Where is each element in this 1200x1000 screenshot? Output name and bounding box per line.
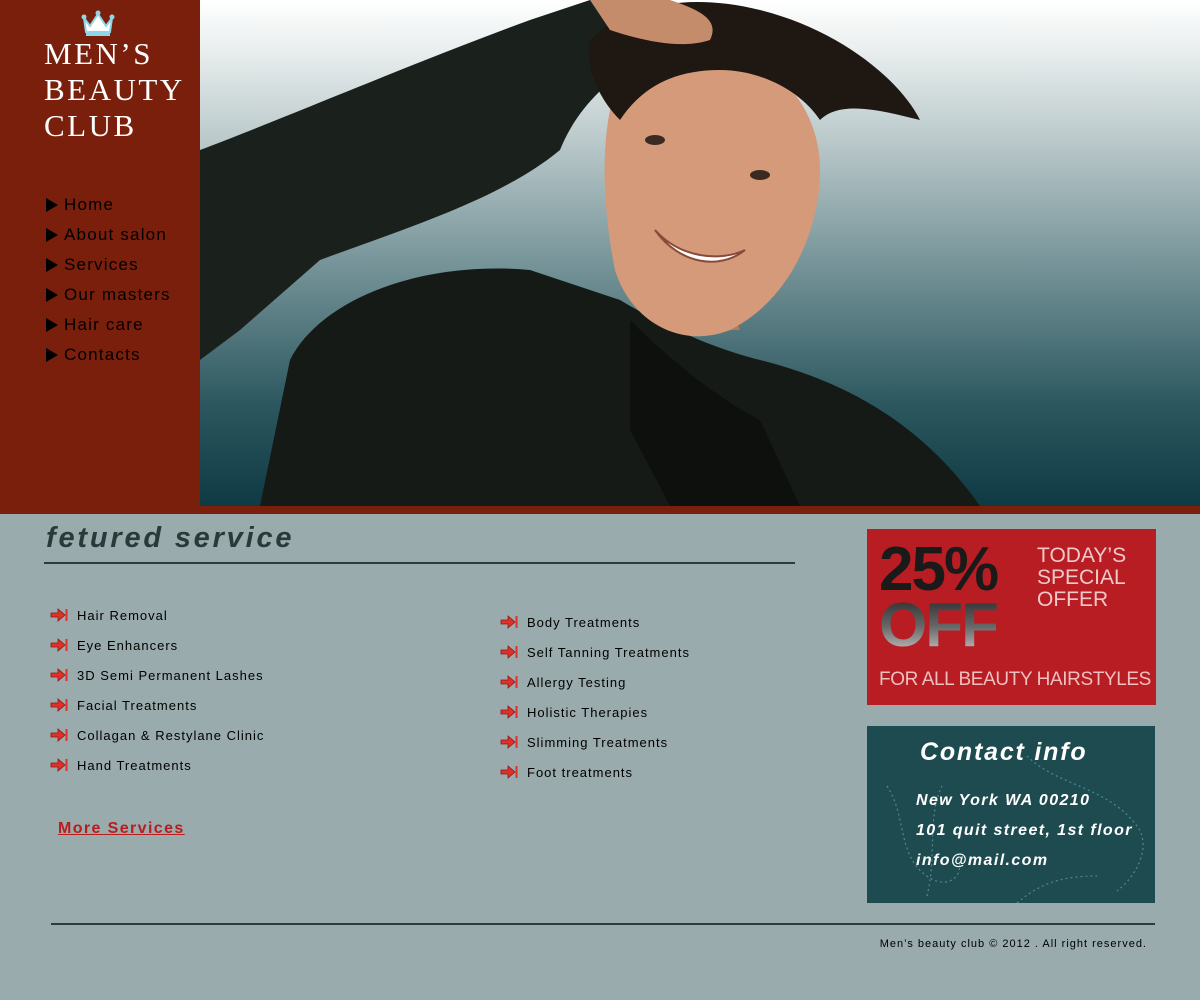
triangle-right-icon (46, 318, 58, 332)
service-label: Holistic Therapies (527, 704, 649, 720)
sidebar: MEN’S BEAUTY CLUB Home About salon Servi… (0, 0, 200, 506)
promo-headline: TODAY’S SPECIAL OFFER (1037, 544, 1127, 611)
nav-item-label: Our masters (64, 285, 171, 304)
service-label: Self Tanning Treatments (527, 644, 690, 660)
copyright-text: Men’s beauty club © 2012 . All right res… (879, 938, 1147, 950)
list-item[interactable]: Allergy Testing (500, 667, 690, 697)
red-arrow-icon (50, 758, 68, 772)
services-list-right: Body Treatments Self Tanning Treatments … (500, 607, 690, 787)
list-item[interactable]: Eye Enhancers (50, 630, 264, 660)
main-nav: Home About salon Services Our masters Ha… (44, 190, 171, 370)
crown-icon (81, 10, 115, 36)
triangle-right-icon (46, 258, 58, 272)
nav-item-home[interactable]: Home (44, 190, 171, 220)
triangle-right-icon (46, 288, 58, 302)
list-item[interactable]: Collagan & Restylane Clinic (50, 720, 264, 750)
list-item[interactable]: 3D Semi Permanent Lashes (50, 660, 264, 690)
logo-line-3: CLUB (44, 108, 137, 143)
red-arrow-icon (500, 645, 518, 659)
red-arrow-icon (500, 705, 518, 719)
red-arrow-icon (50, 608, 68, 622)
promo-subtext: FOR ALL BEAUTY HAIRSTYLES (879, 669, 1151, 690)
contact-address-city: New York WA 00210 (916, 792, 1091, 809)
nav-item-contacts[interactable]: Contacts (44, 340, 171, 370)
list-item[interactable]: Facial Treatments (50, 690, 264, 720)
list-item[interactable]: Holistic Therapies (500, 697, 690, 727)
triangle-right-icon (46, 228, 58, 242)
nav-item-label: Contacts (64, 345, 141, 364)
service-label: Body Treatments (527, 614, 641, 630)
list-item[interactable]: Self Tanning Treatments (500, 637, 690, 667)
service-label: Eye Enhancers (77, 637, 179, 653)
service-label: Foot treatments (527, 764, 634, 780)
promo-banner[interactable]: 25% OFF TODAY’S SPECIAL OFFER FOR ALL BE… (867, 529, 1156, 705)
service-label: Hair Removal (77, 607, 168, 623)
list-item[interactable]: Hand Treatments (50, 750, 264, 780)
red-arrow-icon (50, 728, 68, 742)
hero-man-photo (200, 0, 980, 506)
nav-item-label: About salon (64, 225, 167, 244)
nav-item-label: Services (64, 255, 139, 274)
triangle-right-icon (46, 348, 58, 362)
hero-banner (200, 0, 1200, 506)
service-label: 3D Semi Permanent Lashes (77, 667, 264, 683)
nav-item-services[interactable]: Services (44, 250, 171, 280)
service-label: Facial Treatments (77, 697, 198, 713)
nav-item-about-salon[interactable]: About salon (44, 220, 171, 250)
services-list-left: Hair Removal Eye Enhancers 3D Semi Perma… (50, 600, 264, 780)
header: MEN’S BEAUTY CLUB Home About salon Servi… (0, 0, 1200, 506)
triangle-right-icon (46, 198, 58, 212)
contact-address-street: 101 quit street, 1st floor (916, 822, 1133, 839)
red-arrow-icon (50, 668, 68, 682)
red-arrow-icon (500, 675, 518, 689)
more-services-link[interactable]: More Services (58, 820, 185, 838)
list-item[interactable]: Slimming Treatments (500, 727, 690, 757)
logo-line-1: MEN’S (44, 36, 153, 71)
list-item[interactable]: Foot treatments (500, 757, 690, 787)
logo-line-2: BEAUTY (44, 72, 185, 107)
service-label: Slimming Treatments (527, 734, 669, 750)
contact-info-box: Contact info New York WA 00210 101 quit … (867, 726, 1155, 903)
logo[interactable]: MEN’S BEAUTY CLUB (44, 36, 185, 144)
list-item[interactable]: Body Treatments (500, 607, 690, 637)
red-arrow-icon (500, 615, 518, 629)
nav-item-hair-care[interactable]: Hair care (44, 310, 171, 340)
list-item[interactable]: Hair Removal (50, 600, 264, 630)
nav-item-our-masters[interactable]: Our masters (44, 280, 171, 310)
service-label: Allergy Testing (527, 674, 627, 690)
nav-item-label: Home (64, 195, 115, 214)
red-arrow-icon (500, 765, 518, 779)
contact-email[interactable]: info@mail.com (916, 852, 1048, 870)
promo-off: OFF (879, 591, 999, 660)
red-arrow-icon (500, 735, 518, 749)
red-arrow-icon (50, 638, 68, 652)
header-divider (0, 506, 1200, 514)
contact-title: Contact info (920, 738, 1088, 766)
section-title: fetured service (46, 522, 295, 554)
service-label: Collagan & Restylane Clinic (77, 727, 265, 743)
nav-item-label: Hair care (64, 315, 144, 334)
title-divider (44, 562, 795, 564)
footer-divider (51, 923, 1155, 925)
red-arrow-icon (50, 698, 68, 712)
service-label: Hand Treatments (77, 757, 192, 773)
